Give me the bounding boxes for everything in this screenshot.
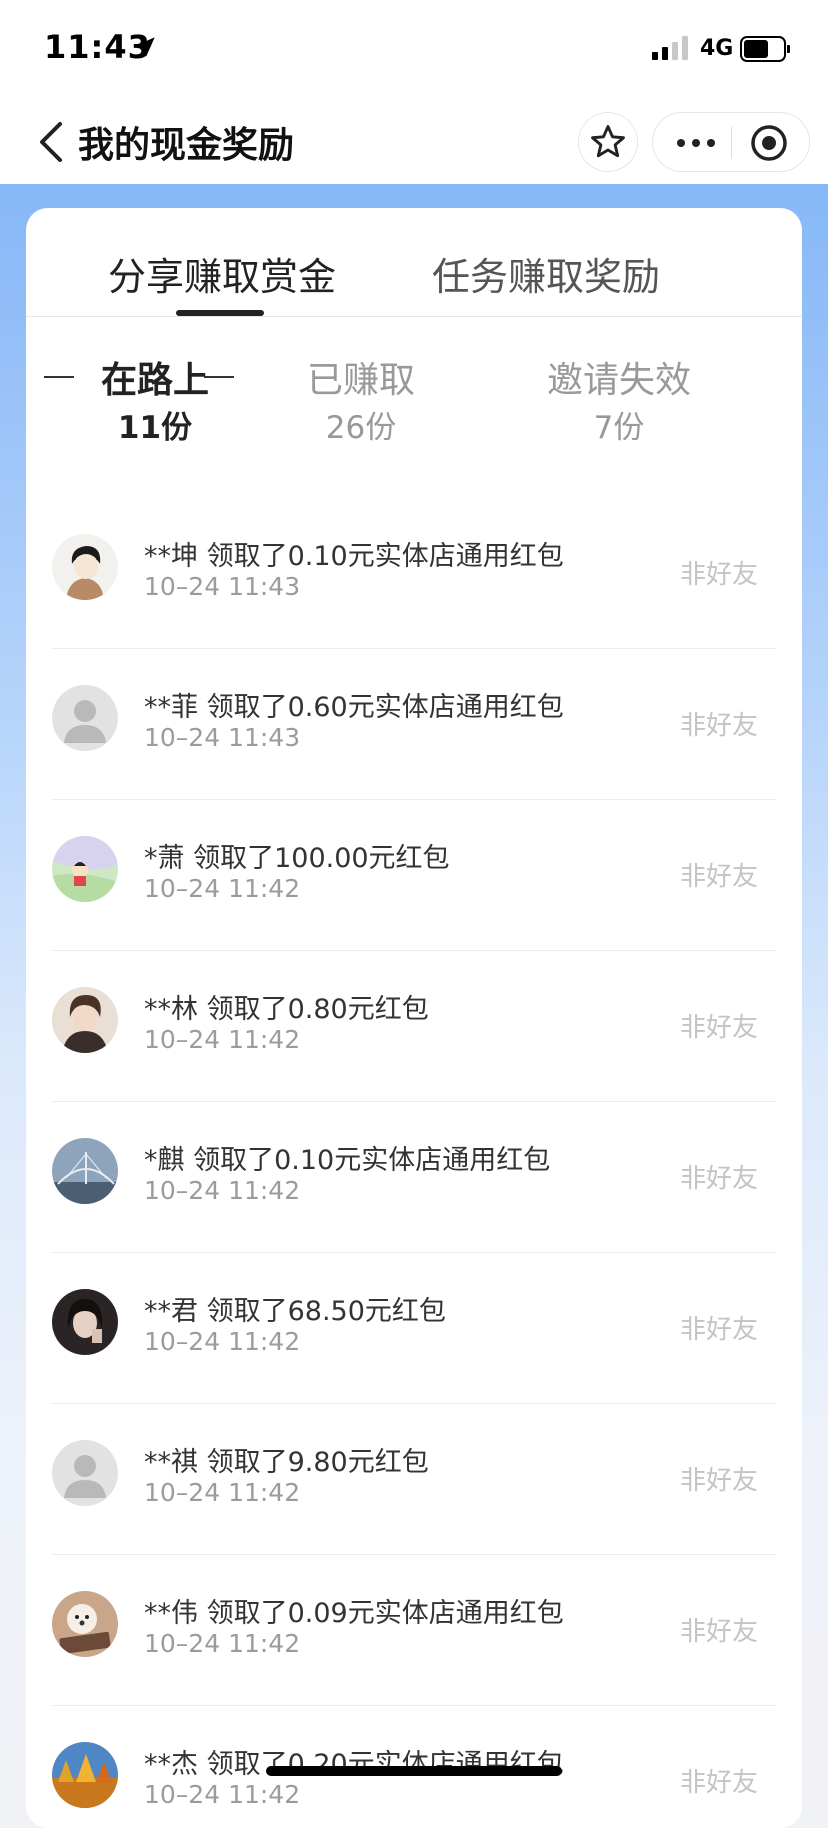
list-item[interactable]: **菲 领取了0.60元实体店通用红包 10–24 11:43 非好友 — [52, 649, 776, 800]
list-item[interactable]: **伟 领取了0.09元实体店通用红包 10–24 11:42 非好友 — [52, 1555, 776, 1706]
close-target-icon[interactable] — [749, 123, 789, 163]
subtab-expired[interactable]: 邀请失效 7份 — [490, 356, 748, 450]
record-title: **伟 领取了0.09元实体店通用红包 — [144, 1598, 564, 1629]
avatar — [52, 1742, 118, 1808]
avatar — [52, 1289, 118, 1355]
avatar — [52, 685, 118, 751]
list-item[interactable]: *麒 领取了0.10元实体店通用红包 10–24 11:42 非好友 — [52, 1102, 776, 1253]
record-time: 10–24 11:42 — [144, 1176, 301, 1205]
friend-status-tag: 非好友 — [679, 1768, 758, 1798]
avatar — [52, 534, 118, 600]
page-title: 我的现金奖励 — [78, 125, 295, 166]
record-title: *萧 领取了100.00元红包 — [144, 843, 450, 874]
friend-status-tag: 非好友 — [679, 1164, 758, 1194]
active-tab-indicator — [176, 310, 264, 316]
list-item[interactable]: **林 领取了0.80元红包 10–24 11:42 非好友 — [52, 951, 776, 1102]
subtab-label: 邀请失效 — [546, 360, 691, 401]
battery-icon — [740, 36, 790, 62]
friend-status-tag: 非好友 — [679, 560, 758, 590]
subtab-earned[interactable]: 已赚取 26份 — [232, 356, 490, 450]
avatar — [52, 1591, 118, 1657]
list-item[interactable]: **君 领取了68.50元红包 10–24 11:42 非好友 — [52, 1253, 776, 1404]
record-time: 10–24 11:42 — [144, 1629, 301, 1658]
record-time: 10–24 11:43 — [144, 572, 301, 601]
network-type: 4G — [700, 36, 734, 61]
record-time: 10–24 11:42 — [144, 874, 301, 903]
record-time: 10–24 11:42 — [144, 1327, 301, 1356]
cellular-signal-icon — [652, 36, 688, 60]
reward-record-list: **坤 领取了0.10元实体店通用红包 10–24 11:43 非好友 **菲 … — [52, 498, 776, 1828]
friend-status-tag: 非好友 — [679, 1466, 758, 1496]
record-time: 10–24 11:43 — [144, 723, 301, 752]
record-time: 10–24 11:42 — [144, 1025, 301, 1054]
record-title: *麒 领取了0.10元实体店通用红包 — [144, 1145, 551, 1176]
subtab-count: 26份 — [325, 410, 397, 446]
friend-status-tag: 非好友 — [679, 711, 758, 741]
friend-status-tag: 非好友 — [679, 1617, 758, 1647]
status-bar: 11:43 4G — [0, 0, 828, 100]
record-time: 10–24 11:42 — [144, 1478, 301, 1507]
friend-status-tag: 非好友 — [679, 1315, 758, 1345]
nav-bar: 我的现金奖励 — [0, 100, 828, 184]
record-title: **林 领取了0.80元红包 — [144, 994, 429, 1025]
avatar — [52, 836, 118, 902]
friend-status-tag: 非好友 — [679, 862, 758, 892]
subtab-label: 已赚取 — [306, 360, 415, 401]
record-title: **坤 领取了0.10元实体店通用红包 — [144, 541, 564, 572]
tab-task-reward[interactable]: 任务赚取奖励 — [432, 246, 660, 301]
location-arrow-icon — [135, 37, 155, 57]
list-item[interactable]: *萧 领取了100.00元红包 10–24 11:42 非好友 — [52, 800, 776, 951]
avatar — [52, 1138, 118, 1204]
tab-share-bounty[interactable]: 分享赚取赏金 — [108, 246, 336, 301]
list-item[interactable]: **祺 领取了9.80元红包 10–24 11:42 非好友 — [52, 1404, 776, 1555]
mini-program-capsule — [652, 112, 810, 172]
capsule-divider — [731, 127, 732, 159]
friend-status-tag: 非好友 — [679, 1013, 758, 1043]
rewards-card: 分享赚取赏金 任务赚取奖励 在路上 11份 已赚取 26份 邀请失效 7份 **… — [26, 208, 802, 1828]
list-item[interactable]: **坤 领取了0.10元实体店通用红包 10–24 11:43 非好友 — [52, 498, 776, 649]
star-icon — [591, 125, 625, 158]
record-title: **君 领取了68.50元红包 — [144, 1296, 446, 1327]
avatar — [52, 987, 118, 1053]
record-time: 10–24 11:42 — [144, 1780, 301, 1809]
more-dots-icon[interactable] — [675, 131, 717, 155]
favorite-button[interactable] — [578, 112, 638, 172]
back-chevron-icon[interactable] — [34, 120, 70, 164]
record-title: **菲 领取了0.60元实体店通用红包 — [144, 692, 564, 723]
home-indicator — [266, 1766, 562, 1776]
tab-bar: 分享赚取赏金 任务赚取奖励 — [26, 208, 802, 317]
subtab-count: 7份 — [593, 410, 645, 446]
record-title: **祺 领取了9.80元红包 — [144, 1447, 429, 1478]
avatar — [52, 1440, 118, 1506]
